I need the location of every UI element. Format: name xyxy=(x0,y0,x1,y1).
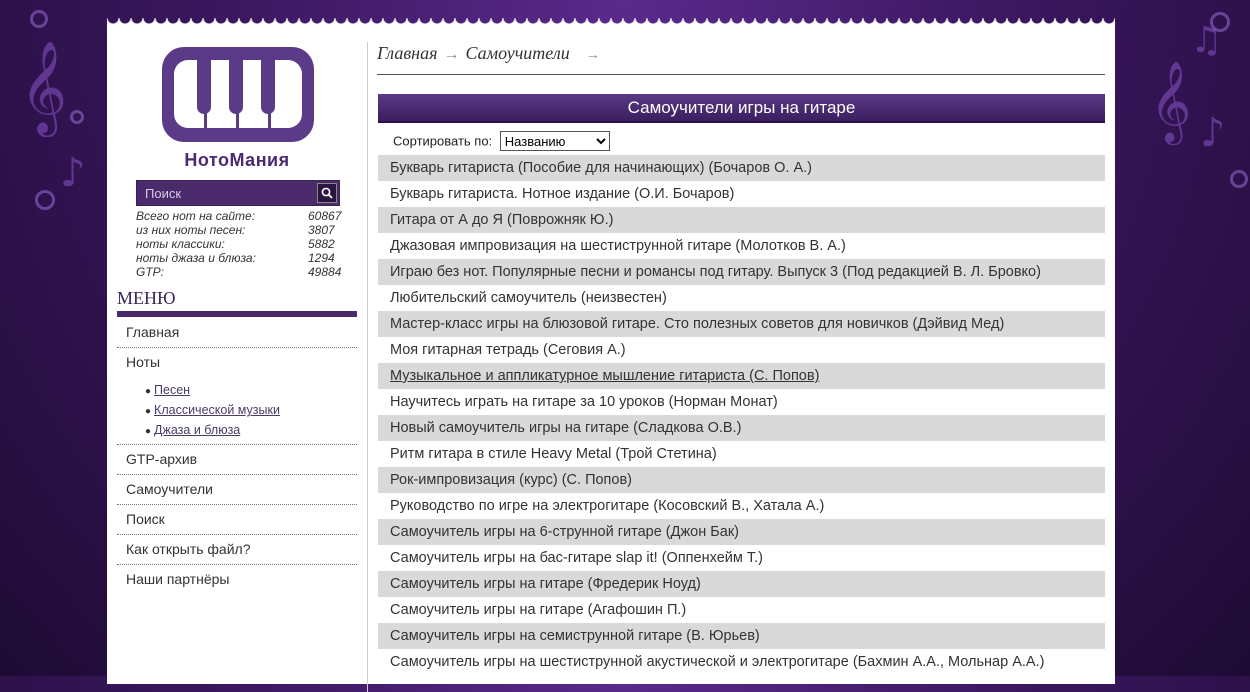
list-item[interactable]: Самоучитель игры на шестиструнной акусти… xyxy=(378,649,1105,675)
menu-title: МЕНЮ xyxy=(117,288,176,308)
music-note-icon: ♪ xyxy=(1200,110,1226,156)
list-item[interactable]: Руководство по игре на электрогитаре (Ко… xyxy=(378,493,1105,519)
menu-item-home[interactable]: Главная xyxy=(117,318,357,348)
notes-submenu: ● Песен ● Классической музыки ● Джаза и блю… xyxy=(117,377,357,445)
menu-item-gtp[interactable]: GTP-архив xyxy=(117,445,357,475)
list-item[interactable]: Новый самоучитель игры на гитаре (Сладко… xyxy=(378,415,1105,441)
list-item[interactable]: Любительский самоучитель (неизвестен) xyxy=(378,285,1105,311)
submenu-item-jazz: ● Джаза и блюза xyxy=(145,423,241,437)
list-item[interactable]: Самоучитель игры на бас-гитаре slap it! … xyxy=(378,545,1105,571)
stat-row: из них ноты песен: 3807 xyxy=(136,223,335,237)
menu-item-partners[interactable]: Наши партнёры xyxy=(117,565,357,594)
site-stats: Всего нот на сайте: 60867 из них ноты пес… xyxy=(136,209,346,279)
sidebar: НотоМания Всего нот на сайте:60867 из ни… xyxy=(107,24,367,684)
search-button[interactable] xyxy=(317,183,337,203)
stat-row: GTP: 49884 xyxy=(136,265,342,279)
submenu-item-classical: ● Классической музыки xyxy=(145,403,280,417)
menu-item-search[interactable]: Поиск xyxy=(117,505,357,535)
menu-item-how-to-open[interactable]: Как открыть файл? xyxy=(117,535,357,565)
submenu-link-classical[interactable]: Классической музыки xyxy=(154,403,280,417)
list-item[interactable]: Букварь гитариста (Пособие для начинающи… xyxy=(378,155,1105,181)
search-icon xyxy=(321,187,333,199)
music-note-icon: 𝄞 xyxy=(1150,60,1192,142)
site-logo[interactable] xyxy=(162,47,314,142)
site-name: НотоМания xyxy=(184,150,290,170)
list-item[interactable]: Ритм гитара в стиле Heavy Metal (Трой Ст… xyxy=(378,441,1105,467)
submenu-item-songs: ● Песен xyxy=(145,383,191,397)
list-item[interactable]: Моя гитарная тетрадь (Сеговия А.) xyxy=(378,337,1105,363)
list-item[interactable]: Играю без нот. Популярные песни и романс… xyxy=(378,259,1105,285)
sort-label: Сортировать по: xyxy=(393,133,493,149)
decor-circle xyxy=(35,190,55,210)
menu-item-tutorials[interactable]: Самоучители xyxy=(117,475,357,505)
breadcrumb-current[interactable]: Самоучители xyxy=(465,43,569,63)
music-note-icon: 𝄞 xyxy=(20,40,68,133)
page-container: НотоМания Всего нот на сайте:60867 из ни… xyxy=(107,24,1115,692)
stat-row: ноты джаза и блюза: 1294 xyxy=(136,251,335,265)
submenu-link-songs[interactable]: Песен xyxy=(154,383,190,397)
list-item[interactable]: Джазовая импровизация на шестиструнной г… xyxy=(378,233,1105,259)
arrow-right-icon: → xyxy=(443,46,460,63)
list-item[interactable]: Рок-импровизация (курс) (С. Попов) xyxy=(378,467,1105,493)
decor-circle xyxy=(30,10,48,28)
list-item[interactable]: Музыкальное и аппликатурное мышление гит… xyxy=(378,363,1105,389)
music-note-icon: ♪ xyxy=(60,150,86,196)
menu-item-notes[interactable]: Ноты xyxy=(117,348,357,377)
list-item[interactable]: Научитесь играть на гитаре за 10 уроков … xyxy=(378,389,1105,415)
piano-keys-icon xyxy=(174,60,302,128)
menu-divider xyxy=(117,311,357,317)
list-item[interactable]: Самоучитель игры на гитаре (Фредерик Ноу… xyxy=(378,571,1105,597)
search-input[interactable] xyxy=(137,181,311,205)
list-item[interactable]: Букварь гитариста. Нотное издание (О.И. … xyxy=(378,181,1105,207)
arrow-end-icon: → xyxy=(585,48,600,63)
decor-circle xyxy=(1230,170,1248,188)
decor-circle xyxy=(70,110,84,124)
column-divider xyxy=(367,42,368,692)
stat-row: Всего нот на сайте: 60867 xyxy=(136,209,342,223)
breadcrumb: Главная → Самоучители → xyxy=(377,43,600,64)
sort-select[interactable]: Названию xyxy=(499,131,610,151)
search-box xyxy=(136,180,340,206)
list-item[interactable]: Самоучитель игры на семиструнной гитаре … xyxy=(378,623,1105,649)
breadcrumb-underline xyxy=(377,74,1105,75)
stat-row: ноты классики: 5882 xyxy=(136,237,335,251)
list-item[interactable]: Гитара от А до Я (Поврожняк Ю.) xyxy=(378,207,1105,233)
page-title: Самоучители игры на гитаре xyxy=(378,94,1105,123)
decor-circle xyxy=(1210,12,1230,32)
book-list: Букварь гитариста (Пособие для начинающи… xyxy=(378,155,1105,675)
list-item[interactable]: Самоучитель игры на 6-струнной гитаре (Д… xyxy=(378,519,1105,545)
submenu-link-jazz[interactable]: Джаза и блюза xyxy=(154,423,240,437)
list-item[interactable]: Самоучитель игры на гитаре (Агафошин П.) xyxy=(378,597,1105,623)
sort-control: Сортировать по: Названию xyxy=(393,131,610,151)
sidebar-menu: Главная Ноты ● Песен ● Классической музыки… xyxy=(117,318,357,594)
list-item[interactable]: Мастер-класс игры на блюзовой гитаре. Ст… xyxy=(378,311,1105,337)
breadcrumb-home[interactable]: Главная xyxy=(377,43,437,63)
